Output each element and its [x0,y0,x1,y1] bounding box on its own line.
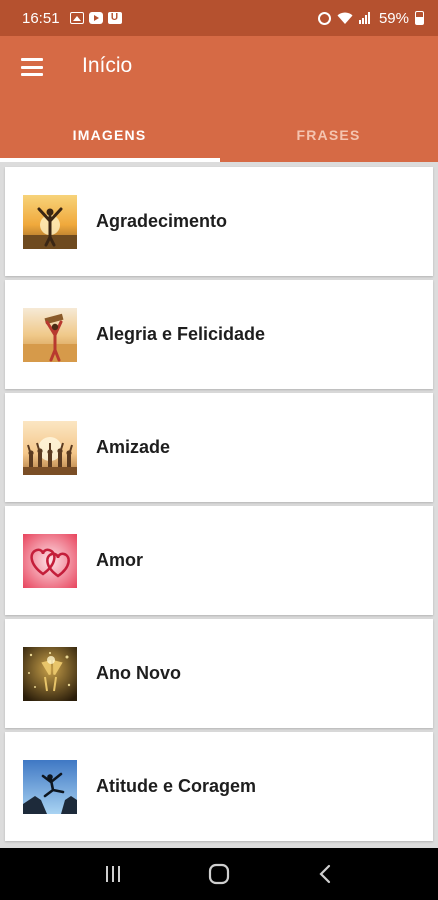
status-time: 16:51 [22,9,60,27]
category-label: Amizade [96,437,171,457]
category-item-amizade[interactable]: Amizade [5,393,433,502]
category-item-ano-novo[interactable]: Ano Novo [5,619,433,728]
champagne-thumbnail [23,646,77,701]
recent-apps-icon[interactable] [93,854,133,894]
field-person-thumbnail [23,307,77,362]
gallery-icon [69,12,84,24]
system-nav-bar [0,848,438,900]
tab-imagens[interactable]: IMAGENS [0,108,219,162]
category-label: Agradecimento [96,211,228,231]
hamburger-menu-icon[interactable] [21,58,43,76]
battery-percent: 59% [378,9,409,27]
hearts-thumbnail [23,533,77,588]
app-bar: Início IMAGENS FRASES [0,36,438,162]
category-item-agradecimento[interactable]: Agradecimento [5,167,433,276]
category-label: Atitude e Coragem [96,776,257,796]
wifi-icon [337,12,353,24]
battery-icon [415,11,424,25]
youtube-icon [88,12,103,24]
category-item-alegria-e-felicidade[interactable]: Alegria e Felicidade [5,280,433,389]
alarm-icon [317,11,331,25]
home-icon[interactable] [199,854,239,894]
sunset-person-thumbnail [23,194,77,249]
u-app-icon: U [107,12,122,24]
page-title: Início [82,54,133,77]
tab-bar: IMAGENS FRASES [0,108,438,162]
friends-sunset-thumbnail [23,420,77,475]
back-icon[interactable] [305,854,345,894]
signal-icon [358,12,373,24]
tab-indicator [0,158,220,162]
category-label: Amor [96,550,144,570]
category-item-amor[interactable]: Amor [5,506,433,615]
category-label: Ano Novo [96,663,181,683]
status-bar: 16:51 U 59% [0,0,438,36]
category-label: Alegria e Felicidade [96,324,266,344]
category-item-atitude-e-coragem[interactable]: Atitude e Coragem [5,732,433,841]
tab-frases[interactable]: FRASES [219,108,438,162]
category-list: Agradecimento Alegria e Felicidade Amiza… [5,167,433,845]
jumping-person-thumbnail [23,759,77,814]
